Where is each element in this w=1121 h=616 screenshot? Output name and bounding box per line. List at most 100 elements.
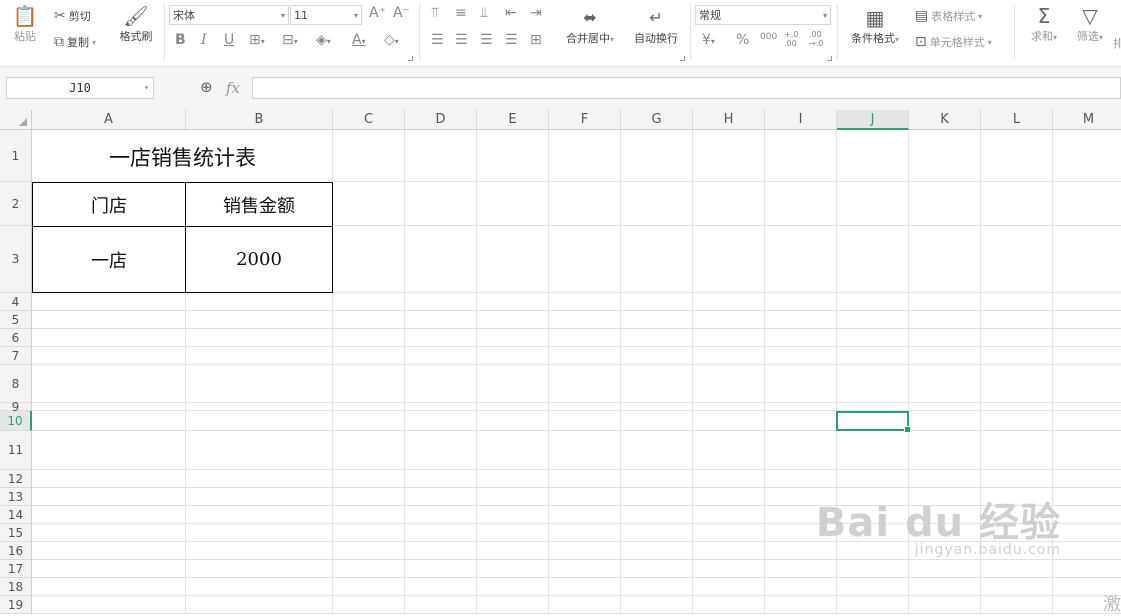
percent-button[interactable]: %: [736, 32, 749, 48]
select-all-corner[interactable]: [0, 110, 32, 130]
wrap-text-button[interactable]: ↵ 自动换行: [628, 6, 684, 46]
format-painter-button[interactable]: 🖌 格式刷: [116, 4, 156, 44]
column-header-l[interactable]: L: [981, 110, 1053, 130]
row-header-4[interactable]: 4: [0, 293, 32, 311]
name-box[interactable]: J10 ▾: [6, 77, 154, 99]
font-color-icon[interactable]: A▾: [352, 32, 366, 48]
column-header-m[interactable]: M: [1053, 110, 1121, 130]
funnel-icon: ▽: [1082, 4, 1098, 28]
column-header-e[interactable]: E: [477, 110, 549, 130]
row-header-19[interactable]: 19: [0, 596, 32, 614]
table-style-icon: ▤: [915, 8, 929, 24]
decrease-decimal-button[interactable]: .00 →.0: [809, 30, 829, 48]
baidu-watermark: Bai du 经验 jingyan.baidu.com: [816, 490, 1061, 558]
row-gridline: [32, 469, 1121, 470]
row-header-13[interactable]: 13: [0, 488, 32, 506]
column-header-c[interactable]: C: [333, 110, 405, 130]
eraser-icon[interactable]: ◇▾: [384, 32, 399, 48]
row-header-1[interactable]: 1: [0, 130, 32, 182]
align-right-icon[interactable]: ☰: [480, 32, 493, 48]
grow-font-button[interactable]: A⁺: [369, 5, 386, 21]
column-header-i[interactable]: I: [765, 110, 837, 130]
column-header-g[interactable]: G: [621, 110, 693, 130]
border-icon[interactable]: ⊞▾: [249, 32, 265, 48]
indent-decrease-icon[interactable]: ⇤: [505, 5, 517, 21]
copy-button[interactable]: ⧉ 复制 ▾: [54, 34, 96, 50]
alignment-dialog-launcher[interactable]: [680, 56, 685, 61]
column-header-b[interactable]: B: [186, 110, 333, 130]
column-header-k[interactable]: K: [909, 110, 981, 130]
row-header-15[interactable]: 15: [0, 524, 32, 542]
table-style-button[interactable]: ▤ 表格样式 ▾: [915, 8, 982, 24]
row-header-7[interactable]: 7: [0, 347, 32, 365]
select-all-icon: [19, 118, 27, 126]
row-header-3[interactable]: 3: [0, 226, 32, 293]
header-amount-cell[interactable]: 销售金额: [185, 182, 333, 227]
indent-increase-icon[interactable]: ⇥: [530, 5, 542, 21]
watermark-logo: Bai du 经验: [815, 500, 1061, 546]
number-dialog-launcher[interactable]: [827, 56, 832, 61]
align-top-icon[interactable]: ⫪: [431, 5, 439, 21]
column-header-j[interactable]: J: [837, 110, 909, 130]
row-gridline: [32, 328, 1121, 329]
row-gridline: [32, 402, 1121, 403]
align-left-icon[interactable]: ☰: [431, 32, 444, 48]
currency-button[interactable]: ¥▾: [702, 32, 715, 48]
header-store-cell[interactable]: 门店: [32, 182, 186, 227]
bold-button[interactable]: B: [175, 32, 186, 48]
column-header-h[interactable]: H: [693, 110, 765, 130]
row-header-9[interactable]: 9: [0, 400, 32, 414]
divider: [837, 4, 838, 60]
title-cell[interactable]: 一店销售统计表: [33, 131, 332, 182]
chevron-down-icon: ▾: [987, 37, 992, 47]
row-header-10[interactable]: 10: [0, 411, 32, 431]
cell-style-button[interactable]: ⊡ 单元格样式 ▾: [915, 34, 992, 50]
active-cell-selection[interactable]: [836, 411, 911, 433]
row-header-8[interactable]: 8: [0, 365, 32, 403]
shrink-font-button[interactable]: A⁻: [393, 5, 410, 21]
row-header-12[interactable]: 12: [0, 470, 32, 488]
fill-handle[interactable]: [904, 426, 911, 433]
row-header-5[interactable]: 5: [0, 311, 32, 329]
italic-button[interactable]: I: [201, 32, 207, 48]
number-format-select[interactable]: 常规 ▾: [695, 5, 831, 25]
font-name-select[interactable]: 宋体 ▾: [169, 5, 289, 25]
row-header-18[interactable]: 18: [0, 578, 32, 596]
chevron-down-icon: ▾: [280, 11, 285, 20]
store-value-cell[interactable]: 一店: [32, 226, 186, 293]
formula-input[interactable]: [252, 77, 1121, 99]
distribute-icon[interactable]: ⊞: [530, 32, 542, 48]
merge-center-button[interactable]: ⬌ 合并居中▾: [560, 6, 620, 46]
row-header-11[interactable]: 11: [0, 431, 32, 470]
increase-decimal-button[interactable]: +.0 .00: [784, 30, 804, 48]
align-center-icon[interactable]: ☰: [455, 32, 468, 48]
row-header-14[interactable]: 14: [0, 506, 32, 524]
row-header-2[interactable]: 2: [0, 182, 32, 226]
paste-button[interactable]: 📋 粘贴: [8, 4, 42, 44]
filter-button[interactable]: ▽ 筛选▾: [1070, 4, 1110, 44]
row-header-16[interactable]: 16: [0, 542, 32, 560]
row-gridline: [32, 364, 1121, 365]
fx-icon[interactable]: fx: [226, 79, 240, 97]
column-header-f[interactable]: F: [549, 110, 621, 130]
column-header-d[interactable]: D: [405, 110, 477, 130]
sum-button[interactable]: Σ 求和▾: [1026, 4, 1062, 44]
underline-button[interactable]: U: [224, 32, 234, 48]
amount-value-cell[interactable]: 2000: [185, 226, 333, 293]
format-painter-label: 格式刷: [119, 30, 153, 43]
justify-icon[interactable]: ☰: [505, 32, 518, 48]
align-middle-icon[interactable]: ≡: [455, 5, 467, 21]
row-header-17[interactable]: 17: [0, 560, 32, 578]
zoom-icon[interactable]: ⊕: [200, 78, 213, 96]
fill-color-icon[interactable]: ◈▾: [316, 32, 331, 48]
column-header-a[interactable]: A: [32, 110, 186, 130]
cell-border-style-icon[interactable]: ⊟▾: [282, 32, 298, 48]
font-size-select[interactable]: 11 ▾: [290, 5, 362, 25]
row-header-6[interactable]: 6: [0, 329, 32, 347]
thousands-button[interactable]: 000: [760, 32, 777, 42]
align-bottom-icon[interactable]: ⫫: [480, 5, 488, 21]
conditional-format-button[interactable]: ▦ 条件格式▾: [846, 6, 904, 46]
font-dialog-launcher[interactable]: [408, 56, 413, 61]
cut-button[interactable]: ✂ 剪切: [54, 8, 91, 24]
chevron-down-icon: ▾: [144, 83, 149, 92]
